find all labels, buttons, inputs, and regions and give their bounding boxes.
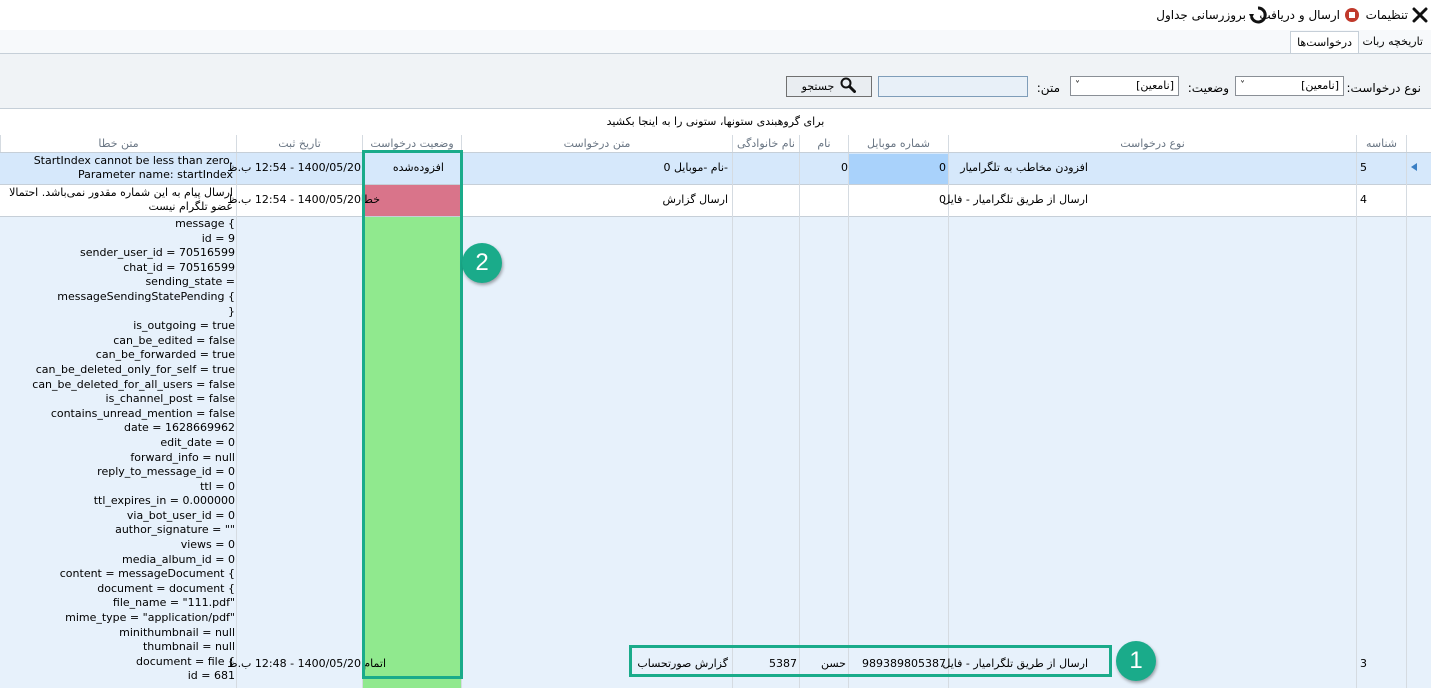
- tab-robot-history[interactable]: تاریخچه ربات: [1357, 31, 1429, 53]
- column-header-first-name[interactable]: نام: [799, 135, 848, 153]
- status-label: وضعیت:: [1187, 81, 1229, 95]
- search-button[interactable]: جستجو: [786, 76, 872, 97]
- cell-request-type: ارسال از طریق تلگرامیار - فایل: [942, 193, 1088, 206]
- column-header-last-name[interactable]: نام خانوادگی: [732, 135, 799, 153]
- search-button-label: جستجو: [801, 80, 835, 93]
- cell-error-text-message-dump: message { id = 9 sender_user_id = 705165…: [32, 217, 235, 683]
- send-receive-label: ارسال و دریافت: [1259, 8, 1340, 22]
- cell-mobile: 0: [939, 193, 946, 206]
- cell-id: 5: [1360, 161, 1367, 174]
- cell-request-text: -نام -موبایل 0: [663, 161, 728, 174]
- cell-first-name: 0: [841, 161, 848, 174]
- cell-created: 1400/05/20 - 12:48 ب.ظ: [227, 657, 361, 670]
- group-by-hint: برای گروهبندی ستونها، ستونی را به اینجا …: [606, 115, 825, 128]
- column-header-mobile[interactable]: شماره موبایل: [848, 135, 948, 153]
- tools-icon: [1411, 6, 1429, 24]
- column-header-request-text[interactable]: متن درخواست: [461, 135, 732, 153]
- column-header-id[interactable]: شناسه: [1356, 135, 1406, 153]
- refresh-icon: [1249, 6, 1267, 24]
- tab-requests[interactable]: درخواست‌ها: [1290, 31, 1359, 54]
- callout-badge-2: 2: [462, 243, 502, 283]
- stop-icon: [1343, 6, 1361, 24]
- refresh-tables-label: بروزرسانی جداول: [1156, 8, 1246, 22]
- request-type-label: نوع درخواست:: [1346, 81, 1421, 95]
- text-label: متن:: [1036, 81, 1060, 95]
- status-select[interactable]: [نامعین] ˅: [1070, 76, 1179, 96]
- cell-request-text: ارسال گزارش: [662, 193, 728, 206]
- request-type-select[interactable]: [نامعین] ˅: [1235, 76, 1344, 96]
- cell-error-text: StartIndex cannot be less than zero. Par…: [33, 154, 233, 181]
- callout-box-status-column: [362, 150, 463, 679]
- mobile-cell-selected: [848, 154, 948, 184]
- chevron-down-icon: ˅: [1240, 80, 1245, 91]
- callout-badge-1: 1: [1116, 641, 1156, 681]
- callout-box-row-3: [629, 645, 1112, 677]
- cell-id: 3: [1360, 657, 1367, 670]
- cell-mobile: 0: [939, 161, 946, 174]
- cell-request-type: افزودن مخاطب به تلگرامیار: [960, 161, 1088, 174]
- tab-strip: [0, 30, 1431, 53]
- cell-created: 1400/05/20 - 12:54 ب.ظ: [227, 161, 361, 174]
- text-search-input[interactable]: [878, 76, 1028, 97]
- cell-error-text: ارسال پیام به این شماره مقدور نمی‌باشد. …: [9, 186, 233, 213]
- column-header-request-type[interactable]: نوع درخواست: [948, 135, 1356, 153]
- current-row-indicator-icon: [1411, 163, 1417, 171]
- column-header-created[interactable]: تاریخ ثبت: [236, 135, 362, 153]
- search-icon: [840, 77, 857, 96]
- cell-id: 4: [1360, 193, 1367, 206]
- refresh-tables-button[interactable]: بروزرسانی جداول: [1156, 4, 1267, 26]
- column-header-error-text[interactable]: متن خطا: [0, 135, 236, 153]
- settings-label: تنظیمات: [1365, 8, 1408, 22]
- cell-created: 1400/05/20 - 12:54 ب.ظ: [227, 193, 361, 206]
- send-receive-button[interactable]: ارسال و دریافت: [1259, 4, 1361, 26]
- chevron-down-icon: ˅: [1075, 80, 1080, 91]
- settings-button[interactable]: تنظیمات: [1366, 4, 1429, 26]
